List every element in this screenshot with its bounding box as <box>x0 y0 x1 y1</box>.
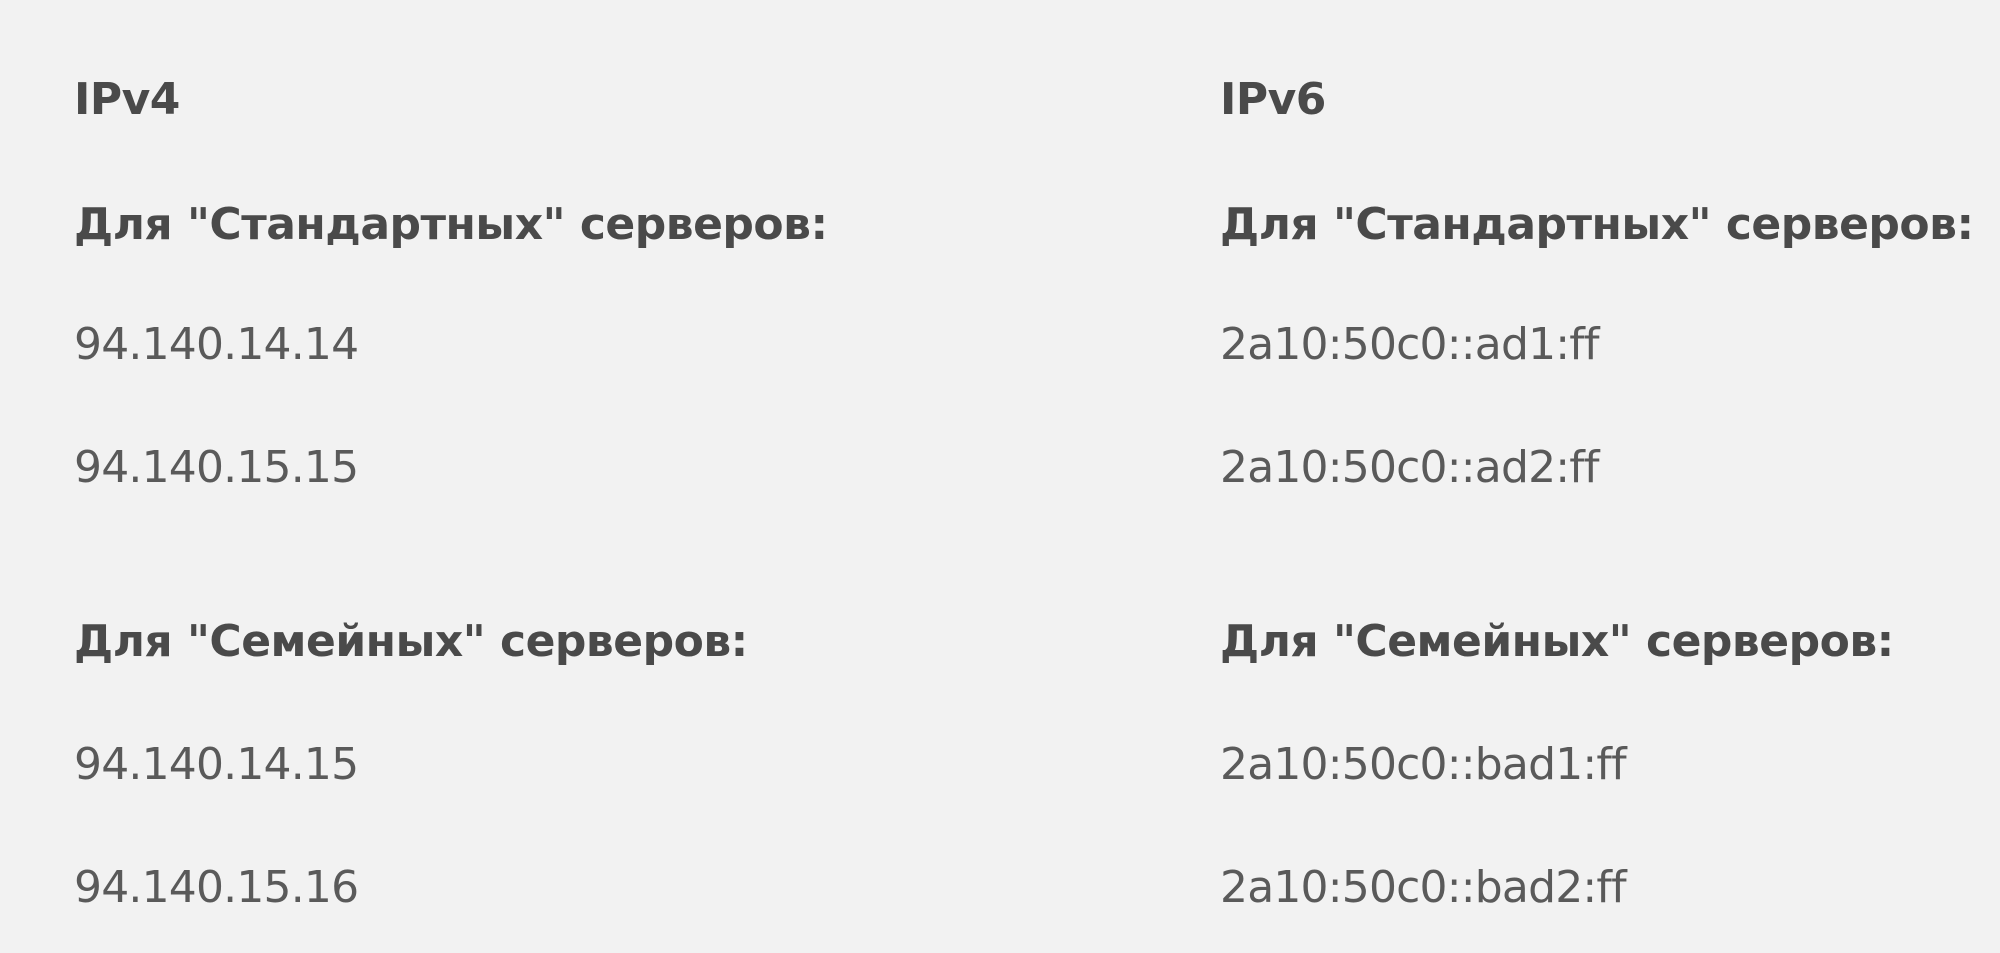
ipv4-standard-address-2: 94.140.15.15 <box>74 442 359 493</box>
ipv6-family-address-1: 2a10:50c0::bad1:ff <box>1220 739 1627 790</box>
ipv6-standard-address-1: 2a10:50c0::ad1:ff <box>1220 319 1599 370</box>
ipv4-family-address-2: 94.140.15.16 <box>74 862 359 913</box>
ipv6-family-label: Для "Семейных" серверов: <box>1220 616 1894 667</box>
ipv4-family-label: Для "Семейных" серверов: <box>74 616 748 667</box>
ipv6-standard-label: Для "Стандартных" серверов: <box>1220 199 1974 250</box>
ipv6-family-address-2: 2a10:50c0::bad2:ff <box>1220 862 1627 913</box>
ipv4-title: IPv4 <box>74 74 180 125</box>
ipv6-standard-address-2: 2a10:50c0::ad2:ff <box>1220 442 1599 493</box>
ipv4-family-address-1: 94.140.14.15 <box>74 739 359 790</box>
ipv6-title: IPv6 <box>1220 74 1326 125</box>
ipv4-standard-label: Для "Стандартных" серверов: <box>74 199 828 250</box>
ipv4-standard-address-1: 94.140.14.14 <box>74 319 359 370</box>
